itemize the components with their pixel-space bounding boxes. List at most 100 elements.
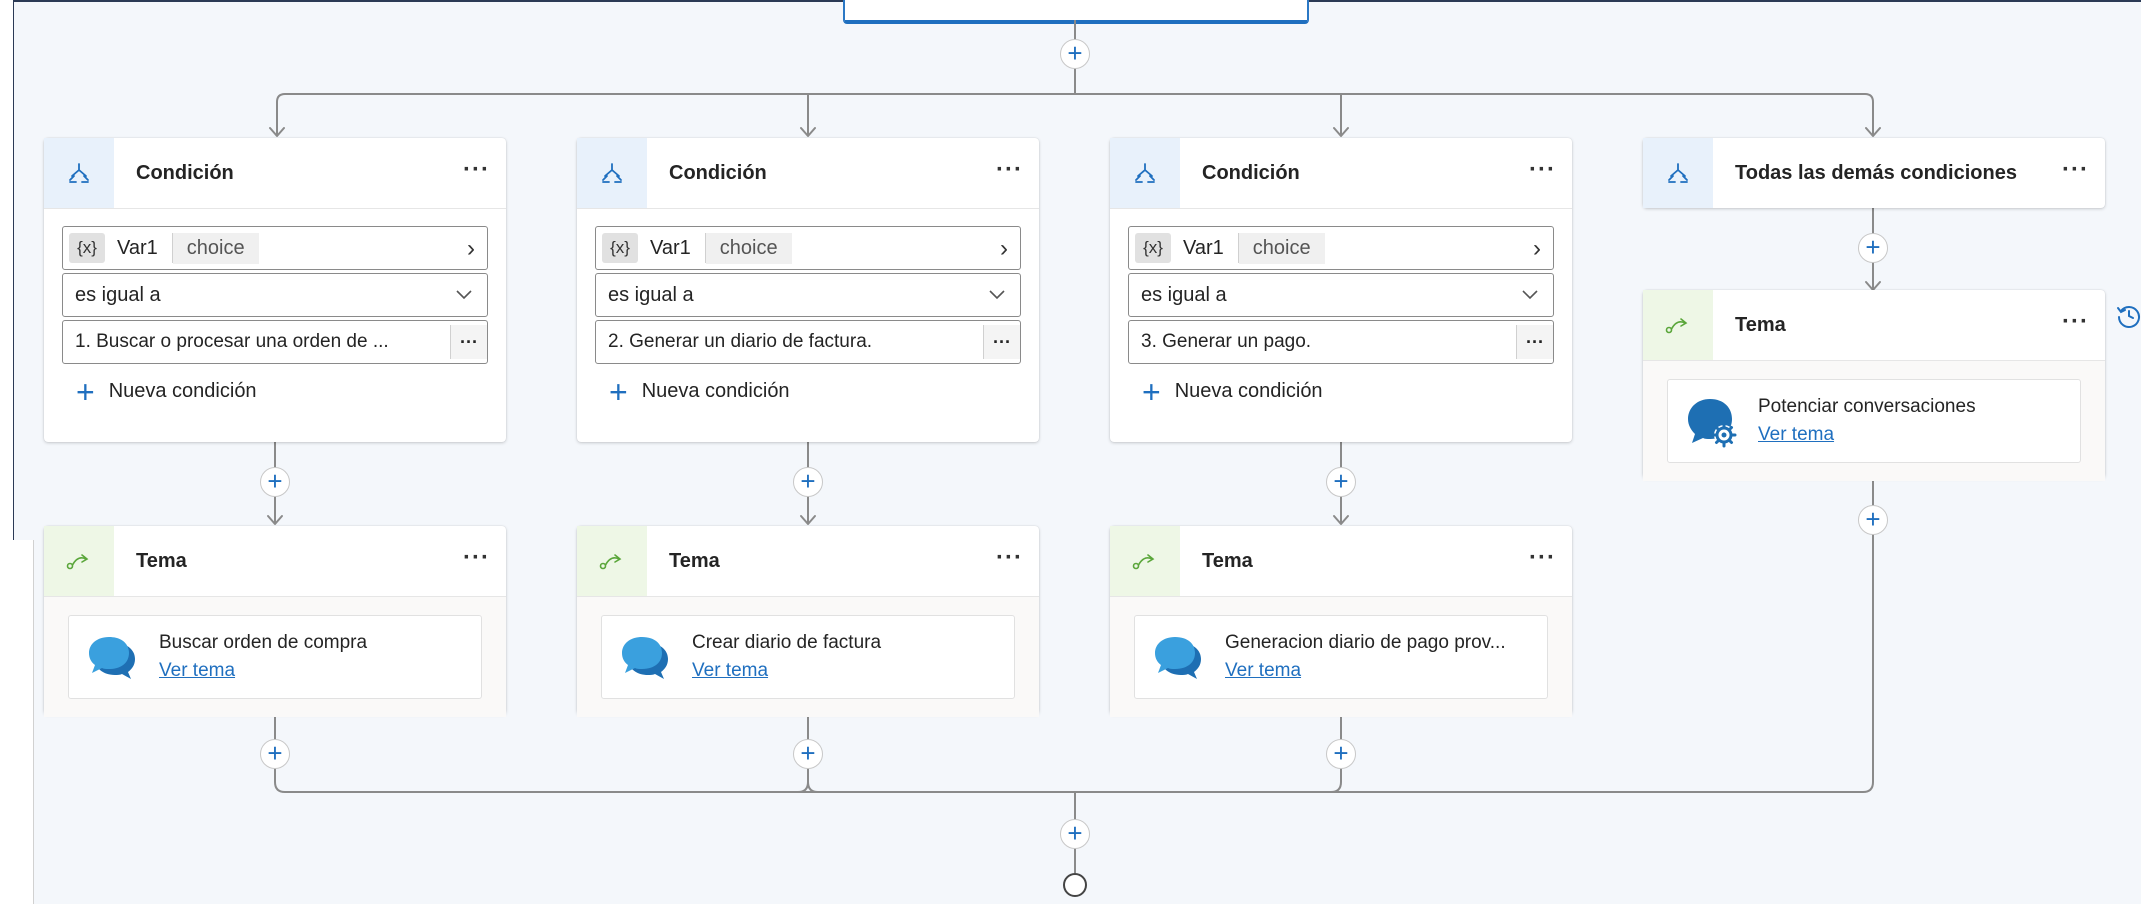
variable-badge: {x} (602, 233, 638, 263)
condition-card-1[interactable]: Condición ··· {x} Var1 choice › es igual… (44, 138, 506, 442)
view-topic-link[interactable]: Ver tema (1225, 660, 1506, 682)
new-condition-button[interactable]: + Nueva condición (76, 373, 488, 410)
topic-card-header: Tema ··· (1643, 290, 2105, 361)
operator-value: es igual a (1141, 283, 1227, 306)
topic-card-1[interactable]: Tema ··· Buscar orden de compra Ver tema (44, 526, 506, 717)
more-icon[interactable]: ··· (463, 544, 490, 572)
topic-name: Crear diario de factura (692, 632, 882, 653)
topic-reference: Potenciar conversaciones Ver tema (1667, 379, 2081, 463)
topic-card-2[interactable]: Tema ··· Crear diario de factura Ver tem… (577, 526, 1039, 717)
condition-value-input[interactable]: 1. Buscar o procesar una orden de ... ··… (62, 320, 488, 364)
new-condition-button[interactable]: + Nueva condición (609, 376, 1021, 408)
operator-dropdown[interactable]: es igual a (595, 273, 1021, 317)
condition-card-header: Condición ··· (1110, 138, 1572, 209)
add-node-button-branch-1[interactable]: + (260, 467, 290, 497)
new-condition-label: Nueva condición (641, 380, 790, 402)
redirect-icon (1110, 526, 1180, 596)
else-condition-title: Todas las demás condiciones (1735, 161, 2017, 184)
variable-selector[interactable]: {x} Var1 choice › (1128, 226, 1554, 270)
chevron-down-icon (1522, 290, 1538, 300)
new-condition-label: Nueva condición (1174, 380, 1323, 402)
view-topic-link[interactable]: Ver tema (692, 660, 881, 682)
add-node-button-branch-3-after[interactable]: + (1326, 739, 1356, 769)
more-icon[interactable]: ··· (463, 156, 490, 184)
variable-type: choice (1238, 232, 1325, 264)
operator-value: es igual a (608, 283, 694, 306)
condition-value-input[interactable]: 3. Generar un pago. ··· (1128, 320, 1554, 364)
plus-icon: + (1067, 37, 1083, 68)
condition-card-2[interactable]: Condición ··· {x} Var1 choice › es igual… (577, 138, 1039, 442)
redirect-icon (1643, 290, 1713, 360)
new-condition-button[interactable]: + Nueva condición (1142, 376, 1554, 408)
branch-icon (577, 138, 647, 208)
new-condition-label: Nueva condición (108, 380, 257, 402)
variable-name: Var1 (1183, 236, 1224, 259)
variable-selector[interactable]: {x} Var1 choice › (62, 226, 488, 270)
plus-icon: + (800, 737, 816, 768)
variable-name: Var1 (650, 236, 691, 259)
add-node-button-branch-2[interactable]: + (793, 467, 823, 497)
chat-bubbles-icon (1155, 637, 1201, 679)
topic-reference: Crear diario de factura Ver tema (601, 615, 1015, 699)
else-condition-card[interactable]: Todas las demás condiciones ··· (1643, 138, 2105, 208)
plus-icon: + (1865, 231, 1881, 262)
chevron-right-icon: › (1533, 235, 1541, 262)
add-node-button-top[interactable]: + (1060, 39, 1090, 69)
add-node-button-branch-4[interactable]: + (1858, 233, 1888, 263)
condition-title: Condición (136, 161, 234, 184)
view-topic-link[interactable]: Ver tema (1758, 424, 1976, 446)
flow-end-node (1063, 873, 1087, 897)
more-icon[interactable]: ··· (1529, 544, 1556, 572)
else-condition-header: Todas las demás condiciones ··· (1643, 138, 2105, 208)
topic-title: Tema (1735, 313, 1786, 336)
condition-title: Condición (669, 161, 767, 184)
branch-icon (44, 138, 114, 208)
history-icon[interactable] (2116, 303, 2141, 329)
more-icon[interactable]: ··· (996, 156, 1023, 184)
condition-card-3[interactable]: Condición ··· {x} Var1 choice › es igual… (1110, 138, 1572, 442)
redirect-icon (44, 526, 114, 596)
condition-card-header: Condición ··· (44, 138, 506, 209)
topic-title: Tema (136, 549, 187, 572)
more-icon[interactable]: ··· (996, 544, 1023, 572)
topic-card-header: Tema ··· (44, 526, 506, 597)
condition-value: 2. Generar un diario de factura. (608, 331, 873, 352)
branch-icon (1643, 138, 1713, 208)
more-icon[interactable]: ··· (2062, 156, 2089, 184)
add-node-button-branch-3[interactable]: + (1326, 467, 1356, 497)
chevron-down-icon (989, 290, 1005, 300)
condition-value-input[interactable]: 2. Generar un diario de factura. ··· (595, 320, 1021, 364)
more-icon[interactable]: ··· (450, 325, 487, 359)
flow-canvas[interactable]: + + + + + + + + + + Condición ··· {x} Va… (0, 0, 2141, 904)
add-node-button-branch-4-after[interactable]: + (1858, 505, 1888, 535)
branch-icon (1110, 138, 1180, 208)
more-icon[interactable]: ··· (1529, 156, 1556, 184)
more-icon[interactable]: ··· (983, 325, 1020, 359)
chevron-right-icon: › (467, 235, 475, 262)
condition-card-header: Condición ··· (577, 138, 1039, 209)
add-node-button-branch-1-after[interactable]: + (260, 739, 290, 769)
variable-selector[interactable]: {x} Var1 choice › (595, 226, 1021, 270)
topic-card-3[interactable]: Tema ··· Generacion diario de pago prov.… (1110, 526, 1572, 717)
plus-icon: + (76, 373, 95, 410)
add-node-button-bottom[interactable]: + (1060, 819, 1090, 849)
topic-name: Buscar orden de compra (159, 632, 368, 653)
topic-card-header: Tema ··· (577, 526, 1039, 597)
topic-reference: Generacion diario de pago prov... Ver te… (1134, 615, 1548, 699)
more-icon[interactable]: ··· (2062, 308, 2089, 336)
redirect-icon (577, 526, 647, 596)
variable-badge: {x} (69, 233, 105, 263)
connector-split-horizontal (276, 93, 1874, 103)
view-topic-link[interactable]: Ver tema (159, 660, 367, 682)
operator-dropdown[interactable]: es igual a (62, 273, 488, 317)
variable-type: choice (172, 232, 259, 264)
plus-icon: + (1067, 817, 1083, 848)
chevron-right-icon: › (1000, 235, 1008, 262)
topic-title: Tema (669, 549, 720, 572)
topic-card-else[interactable]: Tema ··· Potenciar conversaciones Ver te… (1643, 290, 2105, 481)
operator-dropdown[interactable]: es igual a (1128, 273, 1554, 317)
plus-icon: + (1333, 465, 1349, 496)
topic-reference: Buscar orden de compra Ver tema (68, 615, 482, 699)
more-icon[interactable]: ··· (1516, 325, 1553, 359)
add-node-button-branch-2-after[interactable]: + (793, 739, 823, 769)
